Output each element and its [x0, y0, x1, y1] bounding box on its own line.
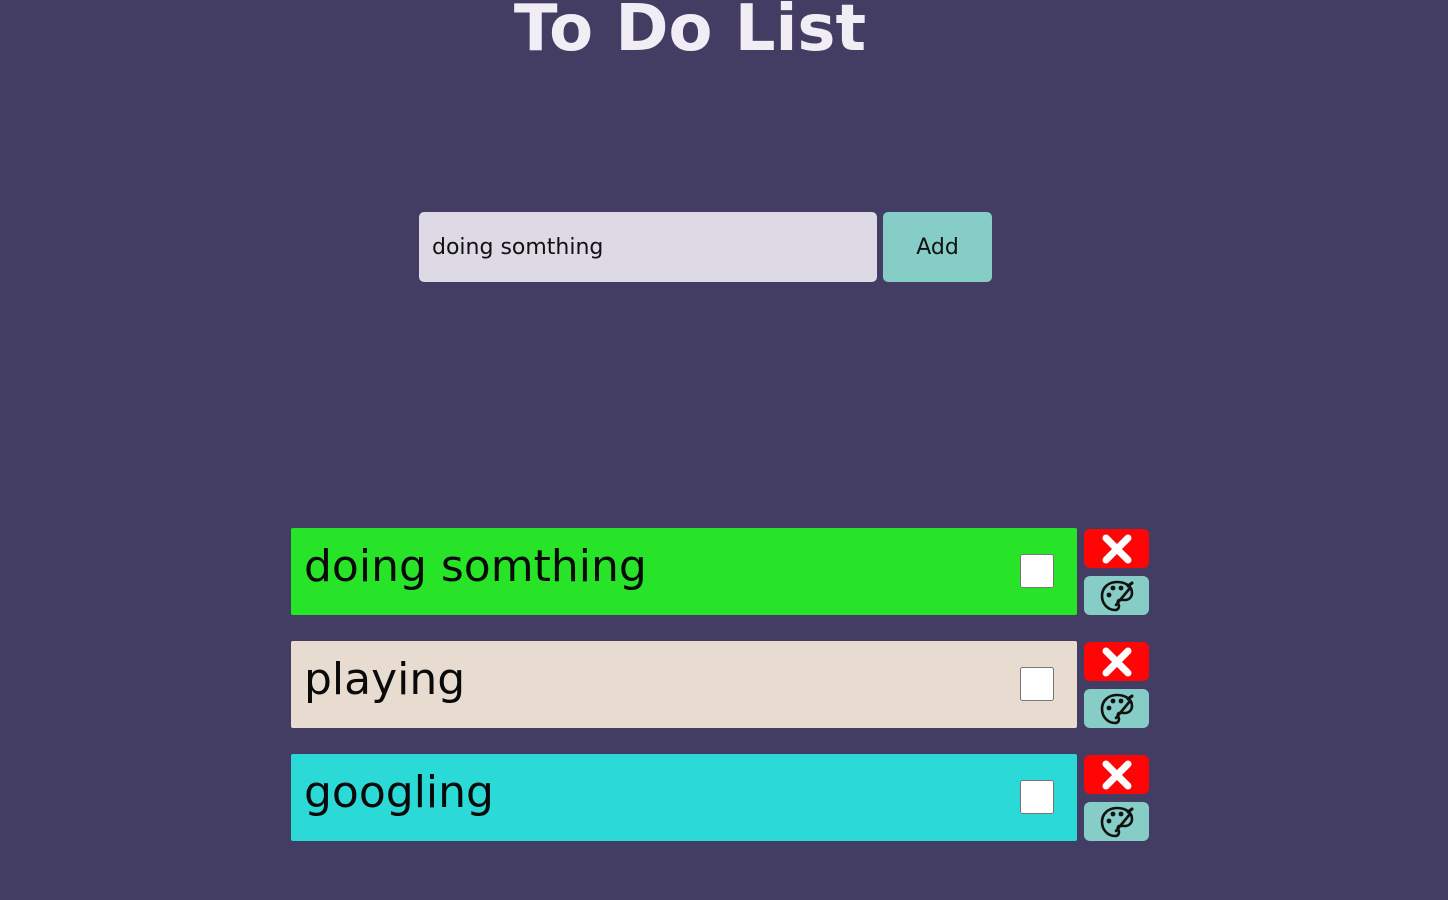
- color-button[interactable]: [1084, 802, 1149, 841]
- delete-button[interactable]: [1084, 529, 1149, 568]
- list-item: doing somthing: [291, 528, 1149, 615]
- delete-button[interactable]: [1084, 755, 1149, 794]
- task-bar: doing somthing: [291, 528, 1077, 615]
- task-text: playing: [304, 654, 466, 705]
- palette-icon: [1100, 580, 1133, 611]
- list-item: playing: [291, 641, 1149, 728]
- task-text: doing somthing: [304, 541, 647, 592]
- color-button[interactable]: [1084, 689, 1149, 728]
- list-item: googling: [291, 754, 1149, 841]
- delete-button[interactable]: [1084, 642, 1149, 681]
- palette-icon: [1100, 693, 1133, 724]
- page-title: To Do List: [513, 0, 867, 66]
- close-icon: [1102, 647, 1131, 676]
- task-text: googling: [304, 767, 494, 818]
- task-checkbox[interactable]: [1020, 780, 1054, 814]
- color-button[interactable]: [1084, 576, 1149, 615]
- close-icon: [1102, 534, 1131, 563]
- task-bar: playing: [291, 641, 1077, 728]
- task-bar: googling: [291, 754, 1077, 841]
- task-list: doing somthing playing googling: [291, 528, 1149, 867]
- task-input[interactable]: [419, 212, 877, 282]
- task-checkbox[interactable]: [1020, 554, 1054, 588]
- task-checkbox[interactable]: [1020, 667, 1054, 701]
- add-task-form: Add: [419, 212, 992, 282]
- close-icon: [1102, 760, 1131, 789]
- palette-icon: [1100, 806, 1133, 837]
- add-button[interactable]: Add: [883, 212, 992, 282]
